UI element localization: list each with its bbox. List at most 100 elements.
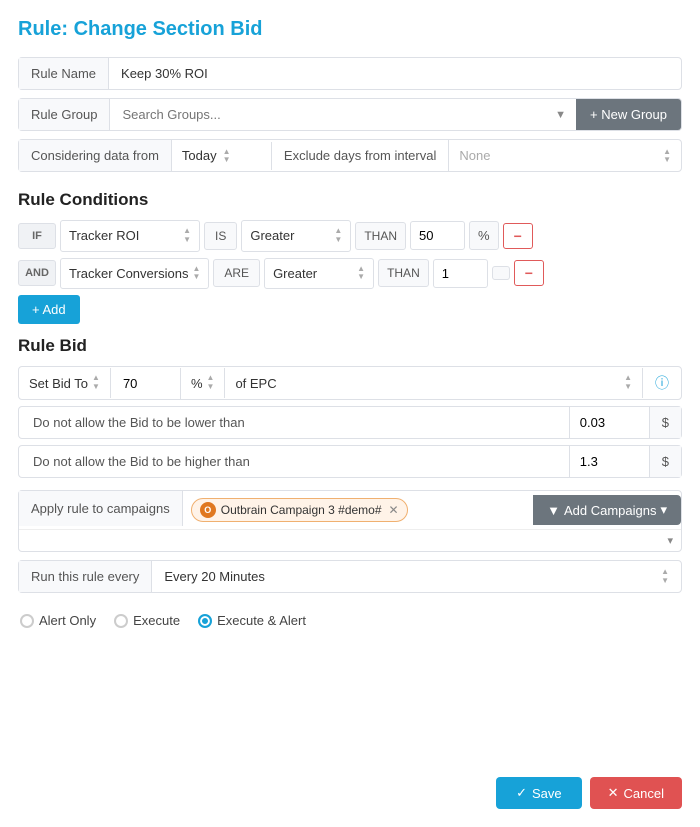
set-bid-select[interactable]: Set Bid To ▲▼ (19, 368, 111, 398)
condition-operator-1: ARE (213, 259, 260, 287)
bid-lower-limit-row: Do not allow the Bid to be lower than $ (18, 406, 682, 439)
cancel-x-icon: ✕ (608, 785, 619, 801)
add-condition-button[interactable]: + Add (18, 295, 80, 324)
condition-than-1: THAN (378, 259, 429, 287)
page-container: Rule: Change Section Bid Rule Name Rule … (0, 0, 700, 827)
campaigns-label: Apply rule to campaigns (19, 491, 183, 526)
radio-label-execute-alert: Execute & Alert (217, 613, 306, 628)
condition-field-1: Tracker Conversions (69, 266, 188, 281)
rule-group-search-area: ▼ (110, 99, 576, 130)
radio-circle-alert-only (20, 614, 34, 628)
add-campaigns-filter-icon: ▼ (547, 503, 560, 518)
rule-conditions-section: Rule Conditions IF Tracker ROI ▲▼ IS Gre… (18, 190, 682, 324)
run-rule-arrows: ▲▼ (661, 568, 669, 586)
exclude-value: None (459, 148, 657, 163)
radio-execute[interactable]: Execute (114, 613, 180, 628)
new-group-button[interactable]: + New Group (576, 99, 681, 130)
add-campaigns-button[interactable]: ▼ Add Campaigns ▾ (533, 495, 681, 525)
bid-pct-select[interactable]: % ▲▼ (181, 368, 225, 398)
bid-of-epc-label: of EPC (235, 376, 620, 391)
set-bid-label: Set Bid To (29, 376, 88, 391)
considering-arrows: ▲▼ (223, 148, 231, 164)
campaigns-expand-chevron[interactable]: ▾ (667, 534, 673, 547)
condition-field-arrows-0: ▲▼ (183, 227, 191, 245)
save-check-icon: ✓ (516, 785, 527, 801)
exclude-label: Exclude days from interval (272, 140, 449, 171)
rule-group-dropdown-arrow[interactable]: ▼ (545, 109, 576, 121)
radio-options-row: Alert Only Execute Execute & Alert (18, 605, 682, 636)
run-rule-label: Run this rule every (19, 561, 152, 592)
page-title: Rule: Change Section Bid (18, 18, 682, 41)
bid-of-epc-arrows: ▲▼ (624, 374, 632, 392)
set-bid-arrows: ▲▼ (92, 374, 100, 392)
radio-circle-execute-alert (198, 614, 212, 628)
condition-row-1: AND Tracker Conversions ▲▼ ARE Greater ▲… (18, 258, 682, 290)
bid-higher-limit-input[interactable] (570, 446, 650, 477)
campaigns-container: Apply rule to campaigns O Outbrain Campa… (18, 490, 682, 552)
run-rule-select[interactable]: Every 20 Minutes ▲▼ (152, 562, 681, 592)
rule-name-row: Rule Name (18, 57, 682, 90)
condition-value-input-0[interactable] (410, 221, 465, 250)
condition-field-0: Tracker ROI (69, 228, 179, 243)
condition-comparison-select-0[interactable]: Greater ▲▼ (241, 220, 351, 252)
condition-connector-1: AND (18, 260, 56, 286)
radio-execute-alert[interactable]: Execute & Alert (198, 613, 306, 628)
campaigns-tags-area: O Outbrain Campaign 3 #demo# ✕ (183, 491, 533, 529)
rule-name-input[interactable] (109, 58, 681, 89)
bid-pct-arrows: ▲▼ (207, 374, 215, 392)
cancel-label: Cancel (624, 786, 664, 801)
rule-conditions-title: Rule Conditions (18, 190, 682, 210)
condition-comparison-1: Greater (273, 266, 353, 281)
cancel-button[interactable]: ✕ Cancel (590, 777, 682, 809)
bid-higher-limit-row: Do not allow the Bid to be higher than $ (18, 445, 682, 478)
considering-row: Considering data from Today ▲▼ Exclude d… (18, 139, 682, 172)
bid-info-icon[interactable]: ⓘ (643, 367, 681, 399)
add-campaigns-label: Add Campaigns (564, 503, 657, 518)
condition-field-arrows-1: ▲▼ (192, 265, 200, 283)
condition-unit-0: % (469, 221, 499, 250)
campaign-tag-icon-0: O (200, 502, 216, 518)
radio-label-execute: Execute (133, 613, 180, 628)
bid-higher-currency: $ (650, 446, 681, 477)
considering-value: Today (182, 148, 217, 163)
condition-comparison-select-1[interactable]: Greater ▲▼ (264, 258, 374, 290)
bid-of-epc-select[interactable]: of EPC ▲▼ (225, 368, 643, 398)
radio-label-alert-only: Alert Only (39, 613, 96, 628)
save-label: Save (532, 786, 562, 801)
bid-value-input[interactable] (111, 368, 181, 399)
rule-group-row: Rule Group ▼ + New Group (18, 98, 682, 131)
condition-field-select-0[interactable]: Tracker ROI ▲▼ (60, 220, 200, 252)
condition-remove-btn-0[interactable]: − (503, 223, 533, 249)
save-button[interactable]: ✓ Save (496, 777, 582, 809)
campaign-tag-name-0: Outbrain Campaign 3 #demo# (221, 503, 382, 517)
condition-value-input-1[interactable] (433, 259, 488, 288)
run-rule-row: Run this rule every Every 20 Minutes ▲▼ (18, 560, 682, 593)
condition-row-0: IF Tracker ROI ▲▼ IS Greater ▲▼ THAN % − (18, 220, 682, 252)
exclude-select[interactable]: None ▲▼ (449, 142, 681, 170)
run-rule-value: Every 20 Minutes (164, 569, 657, 584)
title-name: Change Section Bid (74, 18, 263, 40)
condition-connector-0: IF (18, 223, 56, 249)
add-campaigns-chevron: ▾ (660, 502, 667, 518)
rule-bid-section: Rule Bid Set Bid To ▲▼ % ▲▼ of EPC ▲▼ ⓘ … (18, 336, 682, 478)
campaigns-top: Apply rule to campaigns O Outbrain Campa… (19, 491, 681, 529)
footer-buttons: ✓ Save ✕ Cancel (496, 777, 682, 809)
campaign-tag-remove-0[interactable]: ✕ (389, 503, 399, 517)
condition-field-select-1[interactable]: Tracker Conversions ▲▼ (60, 258, 209, 290)
bid-lower-limit-input[interactable] (570, 407, 650, 438)
condition-comparison-arrows-0: ▲▼ (334, 227, 342, 245)
considering-value-select[interactable]: Today ▲▼ (172, 142, 272, 170)
condition-unit-1 (492, 266, 510, 280)
bid-higher-limit-label: Do not allow the Bid to be higher than (19, 446, 570, 477)
bid-lower-currency: $ (650, 407, 681, 438)
title-prefix: Rule: (18, 18, 74, 40)
radio-alert-only[interactable]: Alert Only (20, 613, 96, 628)
radio-circle-execute (114, 614, 128, 628)
rule-bid-title: Rule Bid (18, 336, 682, 356)
rule-name-label: Rule Name (19, 58, 109, 89)
bid-lower-limit-label: Do not allow the Bid to be lower than (19, 407, 570, 438)
rule-group-input[interactable] (110, 99, 545, 130)
condition-comparison-arrows-1: ▲▼ (357, 265, 365, 283)
condition-remove-btn-1[interactable]: − (514, 260, 544, 286)
campaigns-bottom: ▾ (19, 529, 681, 551)
